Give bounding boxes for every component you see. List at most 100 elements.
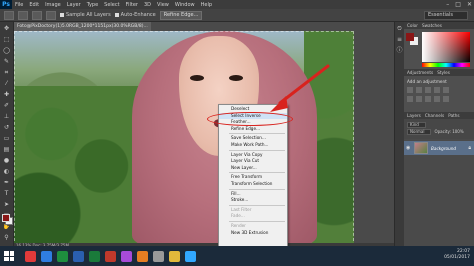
eraser-tool-icon[interactable]: ▭ xyxy=(2,134,11,143)
kind-filter-select[interactable]: Kind xyxy=(407,121,426,128)
menu-file[interactable]: File xyxy=(12,2,26,8)
auto-enhance-label: Auto-Enhance xyxy=(120,12,156,18)
visibility-eye-icon[interactable]: ◉ xyxy=(406,145,411,151)
menu-layer[interactable]: Layer xyxy=(64,2,84,8)
add-to-selection-icon[interactable] xyxy=(32,10,42,20)
gradient-tool-icon[interactable]: ▤ xyxy=(2,145,11,154)
ctx-make-work-path[interactable]: Make Work Path... xyxy=(219,142,287,149)
tab-paths[interactable]: Paths xyxy=(448,113,459,118)
info-panel-icon[interactable]: ⓘ xyxy=(395,46,404,55)
ctx-free-transform[interactable]: Free Transform xyxy=(219,174,287,181)
eyedropper-tool-icon[interactable]: ⁄ xyxy=(2,79,11,88)
hue-saturation-icon[interactable] xyxy=(407,96,413,102)
taskbar-app-icon[interactable] xyxy=(89,250,100,262)
new-selection-icon[interactable] xyxy=(18,10,28,20)
properties-panel-icon[interactable]: ≡ xyxy=(395,35,404,44)
dodge-tool-icon[interactable]: ◐ xyxy=(2,167,11,176)
close-icon[interactable]: ✕ xyxy=(467,1,472,8)
pen-tool-icon[interactable]: ✒ xyxy=(2,178,11,187)
document-tab[interactable]: Foto@PixDoctory(1)5.0RGB_1200*1151px(30.… xyxy=(14,22,151,31)
system-tray-clock[interactable]: 22:07 05/01/2017 xyxy=(444,249,470,261)
marquee-tool-icon[interactable]: ⬚ xyxy=(2,35,11,44)
taskbar-app-icon[interactable] xyxy=(121,250,132,262)
blur-tool-icon[interactable]: ● xyxy=(2,156,11,165)
ctx-fill[interactable]: Fill... xyxy=(219,191,287,198)
history-panel-icon[interactable]: ⏲ xyxy=(395,24,404,33)
exposure-icon[interactable] xyxy=(434,87,440,93)
menu-select[interactable]: Select xyxy=(101,2,122,8)
layer-row-background[interactable]: ◉ Background 🔒︎ xyxy=(404,141,474,155)
opacity-field[interactable]: Opacity: 100% xyxy=(434,129,463,134)
layer-thumbnail xyxy=(414,142,428,154)
menu-edit[interactable]: Edit xyxy=(26,2,42,8)
taskbar-app-icon[interactable] xyxy=(185,250,196,262)
taskbar-app-icon[interactable] xyxy=(169,250,180,262)
menu-3d[interactable]: 3D xyxy=(141,2,154,8)
tab-styles[interactable]: Styles xyxy=(437,70,450,75)
hue-slider[interactable] xyxy=(422,63,470,67)
taskbar-app-icon[interactable] xyxy=(41,250,52,262)
brush-tool-icon[interactable]: ✐ xyxy=(2,101,11,110)
refine-edge-button[interactable]: Refine Edge... xyxy=(159,10,203,20)
channel-mixer-icon[interactable] xyxy=(443,96,449,102)
history-brush-icon[interactable]: ↺ xyxy=(2,123,11,132)
taskbar-app-icon[interactable] xyxy=(153,250,164,262)
menu-separator xyxy=(229,220,285,222)
maximize-icon[interactable]: □ xyxy=(455,1,461,8)
tab-channels[interactable]: Channels xyxy=(425,113,444,118)
menu-window[interactable]: Window xyxy=(172,2,198,8)
color-spectrum[interactable] xyxy=(422,32,470,62)
path-selection-icon[interactable]: ➤ xyxy=(2,200,11,209)
tab-color[interactable]: Color xyxy=(407,23,418,28)
ctx-layer-via-copy[interactable]: Layer Via Copy xyxy=(219,152,287,159)
quick-selection-tool-icon[interactable] xyxy=(4,10,14,20)
ctx-save-selection[interactable]: Save Selection... xyxy=(219,135,287,142)
brightness-icon[interactable] xyxy=(407,87,413,93)
ctx-new-3d-extrusion[interactable]: New 3D Extrusion xyxy=(219,230,287,237)
ctx-refine-edge[interactable]: Refine Edge... xyxy=(219,126,287,133)
auto-enhance-checkbox[interactable]: Auto-Enhance xyxy=(114,12,156,18)
minimize-icon[interactable]: – xyxy=(446,1,449,8)
menu-type[interactable]: Type xyxy=(84,2,101,8)
canvas-area[interactable] xyxy=(14,31,394,246)
foreground-color-swatch[interactable] xyxy=(2,214,10,222)
levels-icon[interactable] xyxy=(416,87,422,93)
move-tool-icon[interactable]: ✥ xyxy=(2,24,11,33)
sample-all-layers-checkbox[interactable]: Sample All Layers xyxy=(60,12,111,18)
curves-icon[interactable] xyxy=(425,87,431,93)
taskbar-app-icon[interactable] xyxy=(73,250,84,262)
tab-swatches[interactable]: Swatches xyxy=(422,23,442,28)
zoom-tool-icon[interactable]: ⚲ xyxy=(2,233,11,242)
lasso-tool-icon[interactable]: ◯ xyxy=(2,46,11,55)
tab-adjustments[interactable]: Adjustments xyxy=(407,70,433,75)
color-balance-icon[interactable] xyxy=(416,96,422,102)
taskbar-app-icon[interactable] xyxy=(105,250,116,262)
menu-view[interactable]: View xyxy=(154,2,172,8)
vibrance-icon[interactable] xyxy=(443,87,449,93)
crop-tool-icon[interactable]: ⌗ xyxy=(2,68,11,77)
menu-help[interactable]: Help xyxy=(198,2,215,8)
photo-filter-icon[interactable] xyxy=(434,96,440,102)
blend-mode-select[interactable]: Normal xyxy=(407,128,432,135)
windows-taskbar: 22:07 05/01/2017 xyxy=(0,246,474,266)
menu-image[interactable]: Image xyxy=(42,2,64,8)
taskbar-app-icon[interactable] xyxy=(57,250,68,262)
ctx-layer-via-cut[interactable]: Layer Via Cut xyxy=(219,158,287,165)
panel-foreground-swatch[interactable] xyxy=(406,33,414,41)
ctx-new-layer[interactable]: New Layer... xyxy=(219,165,287,172)
tab-layers[interactable]: Layers xyxy=(407,113,421,118)
black-white-icon[interactable] xyxy=(425,96,431,102)
taskbar-app-icon[interactable] xyxy=(137,250,148,262)
taskbar-app-icon[interactable] xyxy=(25,250,36,262)
clone-stamp-icon[interactable]: ⊥ xyxy=(2,112,11,121)
healing-brush-icon[interactable]: ✚ xyxy=(2,90,11,99)
brush-size-icon[interactable] xyxy=(46,10,56,20)
ctx-stroke[interactable]: Stroke... xyxy=(219,197,287,204)
type-tool-icon[interactable]: T xyxy=(2,189,11,198)
quick-selection-tool-icon[interactable]: ✎ xyxy=(2,57,11,66)
windows-start-icon[interactable] xyxy=(4,251,14,261)
taskbar-icons xyxy=(25,250,196,262)
workspace-select[interactable]: Essentials xyxy=(423,11,468,20)
menu-filter[interactable]: Filter xyxy=(123,2,141,8)
ctx-transform-selection[interactable]: Transform Selection xyxy=(219,181,287,188)
